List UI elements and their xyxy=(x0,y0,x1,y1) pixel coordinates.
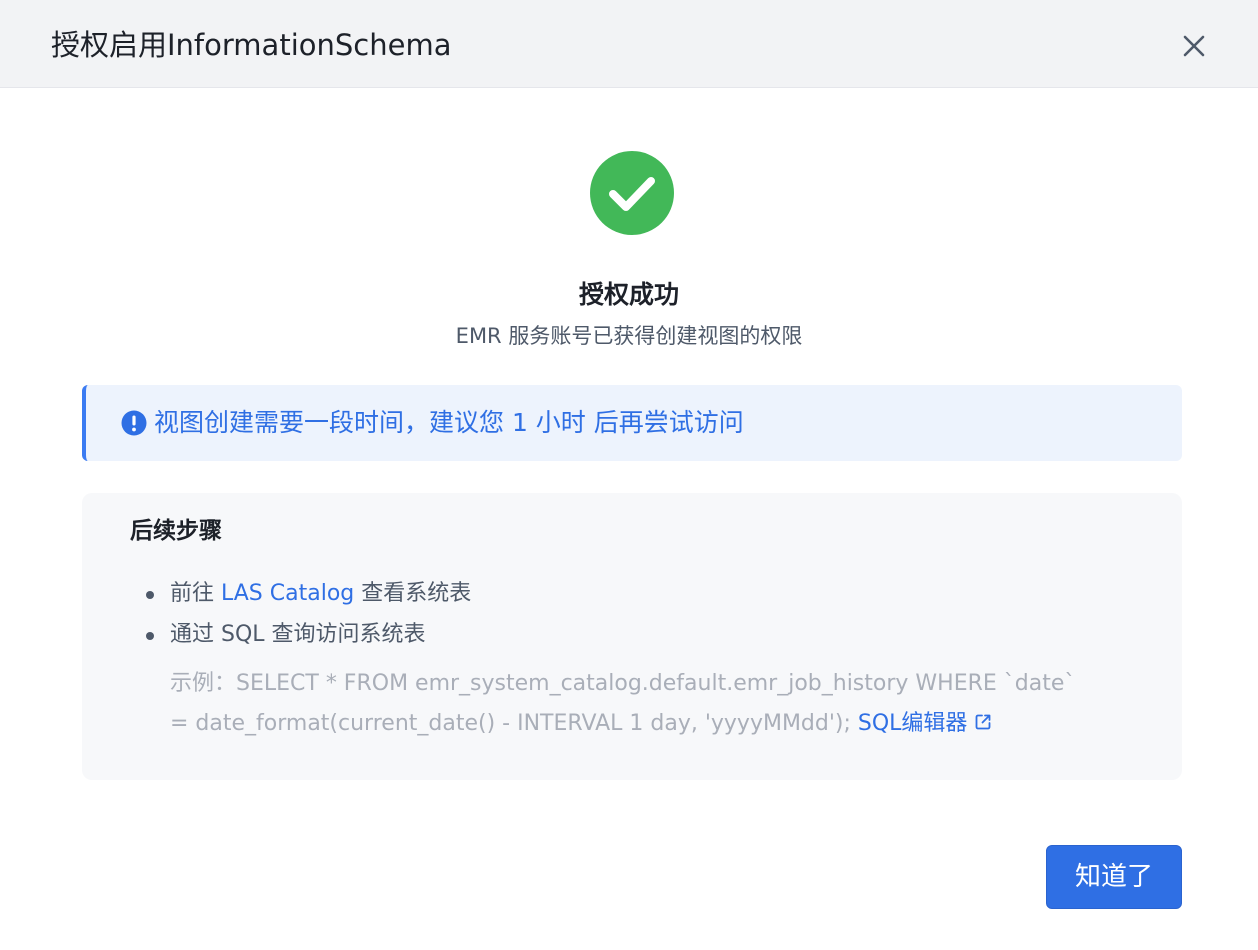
sql-example-line-2: = date_format(current_date() - INTERVAL … xyxy=(170,711,858,736)
step-item-sql-query: 通过 SQL 查询访问系统表 xyxy=(146,619,426,651)
step1-prefix: 前往 xyxy=(170,581,221,606)
success-check-icon xyxy=(590,151,674,235)
dialog-title: 授权启用InformationSchema xyxy=(51,28,452,62)
external-link-icon xyxy=(976,714,991,730)
sql-example: 示例：SELECT * FROM emr_system_catalog.defa… xyxy=(170,664,1150,744)
authorization-dialog: 授权启用InformationSchema 授权成功 EMR 服务账号已获得创建… xyxy=(0,0,1258,950)
close-icon xyxy=(1183,35,1205,57)
next-steps-card: 后续步骤 前往 LAS Catalog 查看系统表 通过 SQL 查询访问系统表… xyxy=(82,493,1182,780)
dialog-header: 授权启用InformationSchema xyxy=(0,0,1258,88)
close-button[interactable] xyxy=(1178,30,1210,62)
result-title: 授权成功 xyxy=(578,280,679,309)
ok-button[interactable]: 知道了 xyxy=(1046,845,1182,909)
next-steps-title: 后续步骤 xyxy=(130,518,222,544)
las-catalog-link[interactable]: LAS Catalog xyxy=(221,581,354,606)
step2-text: 通过 SQL 查询访问系统表 xyxy=(170,622,426,647)
sql-editor-link-label: SQL编辑器 xyxy=(857,711,968,736)
info-alert: 视图创建需要一段时间，建议您 1 小时 后再尝试访问 xyxy=(82,385,1182,461)
result-subtitle: EMR 服务账号已获得创建视图的权限 xyxy=(455,324,803,348)
step-item-las-catalog: 前往 LAS Catalog 查看系统表 xyxy=(145,578,472,610)
sql-example-line-1: 示例：SELECT * FROM emr_system_catalog.defa… xyxy=(170,671,1076,696)
sql-editor-link[interactable]: SQL编辑器 xyxy=(858,711,994,736)
info-icon xyxy=(121,410,147,436)
alert-text: 视图创建需要一段时间，建议您 1 小时 后再尝试访问 xyxy=(154,408,744,437)
step1-suffix: 查看系统表 xyxy=(354,581,472,606)
